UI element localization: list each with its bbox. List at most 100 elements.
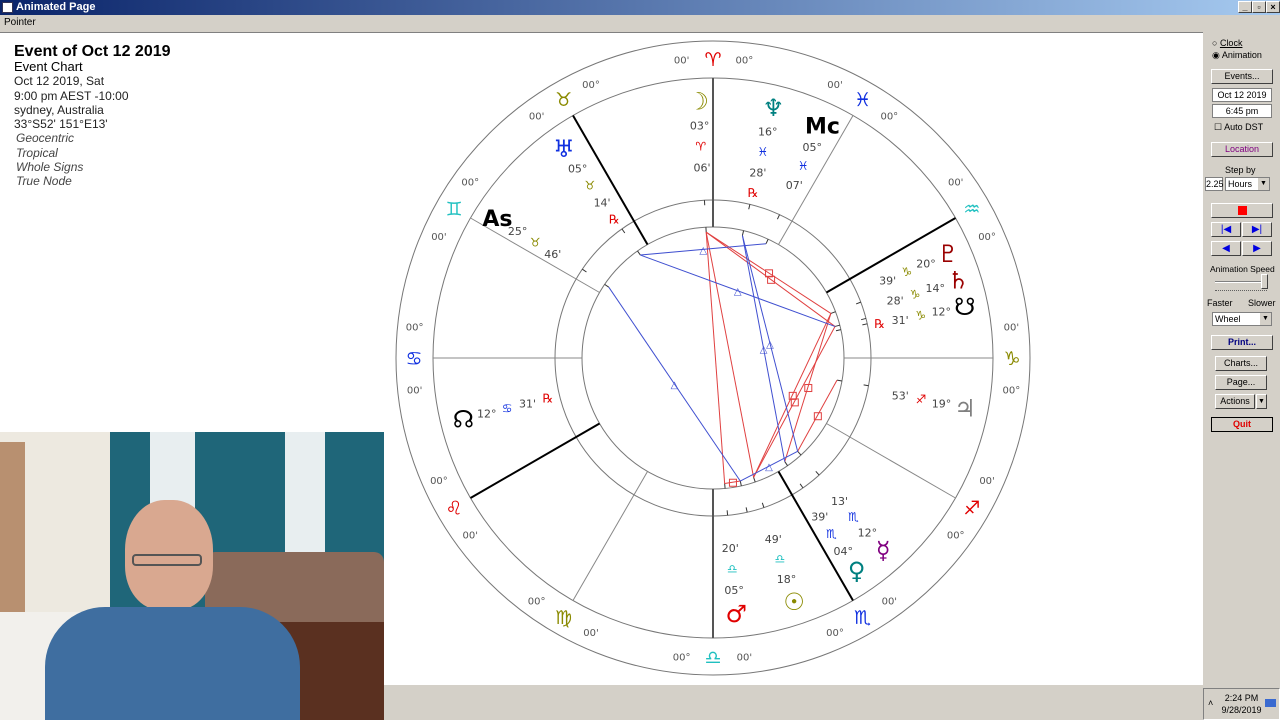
planet-north-node-degree: 12°: [477, 408, 497, 421]
planet-jupiter-minute: 53': [892, 389, 909, 402]
planet-neptune-degree: 16°: [758, 126, 778, 139]
charts-button[interactable]: Charts...: [1215, 356, 1267, 371]
trine-symbol: △: [765, 462, 773, 473]
close-button[interactable]: ×: [1266, 1, 1280, 13]
position-tick: [834, 324, 840, 327]
trine-symbol: △: [734, 287, 742, 298]
trine-symbol: △: [699, 245, 707, 256]
taskbar-clock[interactable]: ˄ 2:24 PM 9/28/2019: [1203, 688, 1280, 720]
planet-ascendant-degree: 25°: [508, 225, 528, 238]
position-tick: [753, 477, 756, 483]
radio-clock[interactable]: ○ Clock: [1212, 38, 1242, 48]
step-value-input[interactable]: 2.25: [1205, 177, 1224, 191]
planet-uranus-degree: 05°: [568, 162, 588, 175]
radio-animation[interactable]: ◉ Animation: [1212, 50, 1262, 61]
planet-north-node-retrograde-icon: ℞: [543, 392, 554, 406]
step-forward-button[interactable]: ▶: [1242, 241, 1272, 256]
speed-slider-thumb[interactable]: [1261, 274, 1268, 289]
slower-label: Slower: [1248, 298, 1276, 308]
position-tick: [830, 311, 836, 314]
planet-mc-minute: 07': [786, 179, 803, 192]
cusp-degree: 00°: [461, 178, 479, 189]
location-button[interactable]: Location: [1211, 142, 1273, 157]
planet-moon-icon: ☽: [687, 87, 709, 115]
cusp-degree: 00°: [735, 56, 753, 67]
planet-neptune-retrograde-icon: ℞: [748, 186, 759, 200]
planet-mc-icon: Mc: [805, 114, 840, 139]
planet-sun-minute: 49': [765, 533, 782, 546]
view-value: Wheel: [1215, 314, 1241, 324]
position-tick: [765, 238, 769, 244]
aspect-line-square: [724, 480, 741, 484]
cusp-minute: 00': [882, 597, 897, 608]
last-button[interactable]: ▶|: [1242, 222, 1272, 237]
cusp-minute: 00': [1004, 323, 1019, 334]
planet-mars-sign: ♎: [727, 562, 738, 576]
planet-neptune-sign: ♓: [757, 145, 768, 159]
planet-jupiter-icon: ♃: [954, 394, 976, 422]
stop-button[interactable]: [1211, 203, 1273, 218]
aspect-line-opposition: [705, 232, 726, 484]
time-field[interactable]: 6:45 pm: [1212, 104, 1272, 118]
house-inner-circle: [554, 199, 872, 517]
aspect-line-square: [784, 313, 832, 462]
restore-button[interactable]: ▫: [1252, 1, 1266, 13]
cusp-minute: 00': [583, 628, 598, 639]
planet-moon-degree: 03°: [690, 119, 710, 132]
play-back-icon: ◀: [1222, 243, 1230, 254]
planet-mercury-degree: 12°: [858, 527, 878, 540]
tray-arrow-icon[interactable]: ˄: [1208, 697, 1213, 709]
position-tick: [761, 502, 765, 508]
position-tick: [739, 480, 742, 487]
position-tick: [776, 214, 780, 220]
minimize-button[interactable]: _: [1238, 1, 1252, 13]
cusp-minute: 00': [529, 111, 544, 122]
first-button[interactable]: |◀: [1211, 222, 1241, 237]
faster-label: Faster: [1207, 298, 1233, 308]
menu-pointer[interactable]: Pointer: [4, 17, 36, 28]
planet-uranus-icon: ♅: [553, 135, 575, 163]
planet-south-node-minute: 31': [892, 314, 909, 327]
planet-mercury-sign: ♏: [848, 510, 859, 524]
cusp-degree: 00°: [826, 628, 844, 639]
radio-animation-label: Animation: [1221, 50, 1262, 60]
step-back-button[interactable]: ◀: [1211, 241, 1241, 256]
planet-north-node-icon: ☊: [453, 405, 474, 433]
aspect-line-square: [753, 313, 832, 478]
page-button[interactable]: Page...: [1215, 375, 1267, 390]
print-button[interactable]: Print...: [1211, 335, 1273, 350]
control-panel: ○ Clock ◉ Animation Events... Oct 12 201…: [1203, 32, 1280, 687]
planet-neptune-icon: ♆: [763, 94, 785, 122]
app-icon: [2, 2, 13, 13]
skip-back-icon: |◀: [1220, 224, 1232, 235]
speed-slider-track[interactable]: [1215, 281, 1267, 283]
planet-uranus-sign: ♉: [585, 178, 596, 192]
planet-venus-degree: 04°: [834, 545, 854, 558]
events-button[interactable]: Events...: [1211, 69, 1273, 84]
autodst-label: Auto DST: [1224, 122, 1264, 132]
planet-venus-icon: ♀: [848, 557, 866, 585]
planet-sun-degree: 18°: [777, 573, 797, 586]
autodst-checkbox[interactable]: ☐ Auto DST: [1214, 122, 1263, 133]
actions-button[interactable]: Actions: [1215, 394, 1255, 409]
actions-dropdown[interactable]: ▼: [1256, 394, 1267, 409]
planet-south-node-degree: 12°: [932, 306, 952, 319]
date-field[interactable]: Oct 12 2019: [1212, 88, 1272, 102]
sign-glyph-aries: ♈: [704, 49, 721, 71]
planet-mercury-icon: ☿: [876, 536, 891, 564]
planet-mars-degree: 05°: [724, 584, 744, 597]
position-tick: [741, 230, 745, 236]
chevron-down-icon: ▼: [1258, 398, 1265, 405]
planet-pluto-icon: ♇: [937, 240, 959, 268]
house-cusp-line: [470, 422, 601, 499]
view-select[interactable]: Wheel ▼: [1212, 312, 1272, 326]
cusp-minute: 00': [948, 178, 963, 189]
status-area: [384, 685, 1203, 720]
step-unit-select[interactable]: Hours ▼: [1225, 177, 1270, 191]
planet-south-node-icon: ☋: [954, 293, 975, 321]
cusp-degree: 00°: [880, 111, 898, 122]
position-tick: [745, 507, 748, 513]
planet-mars-minute: 20': [722, 542, 739, 555]
position-tick: [835, 329, 842, 332]
quit-button[interactable]: Quit: [1211, 417, 1273, 432]
